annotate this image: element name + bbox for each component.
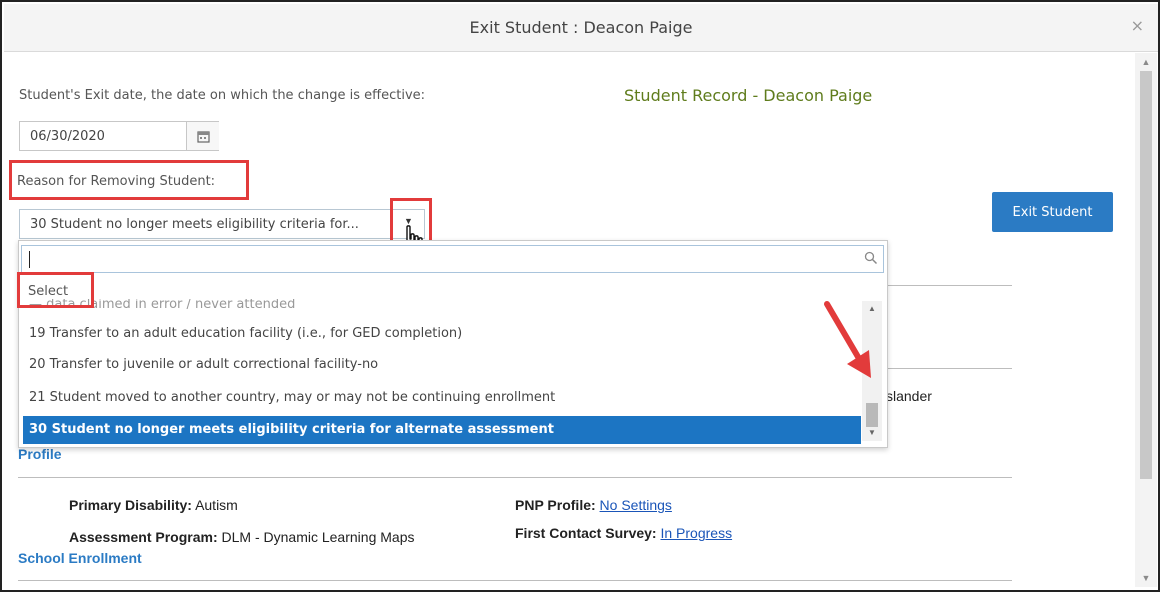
exit-date-label: Student's Exit date, the date on which t… — [19, 88, 426, 103]
dropdown-option[interactable]: 20 Transfer to juvenile or adult correct… — [23, 351, 861, 379]
pnp-profile-link[interactable]: No Settings — [600, 497, 672, 513]
dropdown-option-partial[interactable]: — data claimed in error / never attended — [23, 299, 861, 319]
scroll-up-icon[interactable]: ▲ — [1135, 53, 1157, 71]
reason-selected-value: 30 Student no longer meets eligibility c… — [30, 217, 359, 232]
dropdown-search-input[interactable] — [21, 245, 884, 273]
calendar-icon[interactable] — [186, 122, 219, 150]
assessment-program-value: DLM - Dynamic Learning Maps — [221, 529, 415, 545]
select-label-highlight — [17, 272, 94, 308]
dialog-titlebar: Exit Student : Deacon Paige × — [4, 4, 1158, 52]
scroll-down-icon[interactable]: ▼ — [862, 425, 882, 441]
first-contact-link[interactable]: In Progress — [660, 525, 732, 541]
reason-label: Reason for Removing Student: — [17, 174, 216, 189]
dialog-scrollbar[interactable]: ▲ ▼ — [1135, 53, 1157, 587]
scroll-down-icon[interactable]: ▼ — [1135, 569, 1157, 587]
exit-date-field[interactable]: 06/30/2020 — [19, 121, 219, 151]
section-divider — [18, 580, 1012, 581]
section-divider — [888, 285, 1012, 286]
pnp-profile-label: PNP Profile: — [515, 497, 596, 513]
reason-select[interactable]: 30 Student no longer meets eligibility c… — [19, 209, 425, 239]
assessment-program-label: Assessment Program: — [69, 529, 218, 545]
first-contact-row: First Contact Survey: In Progress — [515, 525, 732, 541]
exit-student-button[interactable]: Exit Student — [992, 192, 1113, 232]
section-divider — [18, 477, 1012, 478]
dialog-title: Exit Student : Deacon Paige — [469, 18, 693, 37]
annotation-arrow-icon — [824, 301, 871, 378]
primary-disability-row: Primary Disability: Autism — [69, 497, 238, 513]
reason-dropdown-panel: Select — data claimed in error / never a… — [18, 240, 888, 448]
first-contact-label: First Contact Survey: — [515, 525, 657, 541]
scrollbar-thumb[interactable] — [1140, 71, 1152, 479]
section-divider — [888, 368, 1012, 369]
dropdown-list[interactable]: — data claimed in error / never attended… — [21, 299, 885, 446]
text-caret — [29, 251, 30, 268]
dropdown-option[interactable]: 19 Transfer to an adult education facili… — [23, 320, 861, 348]
dropdown-scroll-thumb[interactable] — [866, 403, 878, 427]
exit-date-value: 06/30/2020 — [30, 129, 105, 144]
primary-disability-value: Autism — [195, 497, 238, 513]
assessment-program-row: Assessment Program: DLM - Dynamic Learni… — [69, 529, 414, 545]
pnp-profile-row: PNP Profile: No Settings — [515, 497, 672, 513]
profile-section-link[interactable]: Profile — [18, 446, 62, 462]
race-fragment-text: slander — [886, 388, 932, 404]
search-icon[interactable] — [864, 251, 878, 270]
exit-student-dialog: Exit Student : Deacon Paige × ▲ ▼ Studen… — [0, 0, 1160, 592]
dropdown-option[interactable]: 21 Student moved to another country, may… — [23, 384, 861, 412]
dropdown-option-selected[interactable]: 30 Student no longer meets eligibility c… — [23, 416, 861, 444]
school-enrollment-link[interactable]: School Enrollment — [18, 550, 142, 566]
student-record-title: Student Record - Deacon Paige — [624, 86, 873, 105]
primary-disability-label: Primary Disability: — [69, 497, 192, 513]
close-icon[interactable]: × — [1131, 16, 1144, 36]
